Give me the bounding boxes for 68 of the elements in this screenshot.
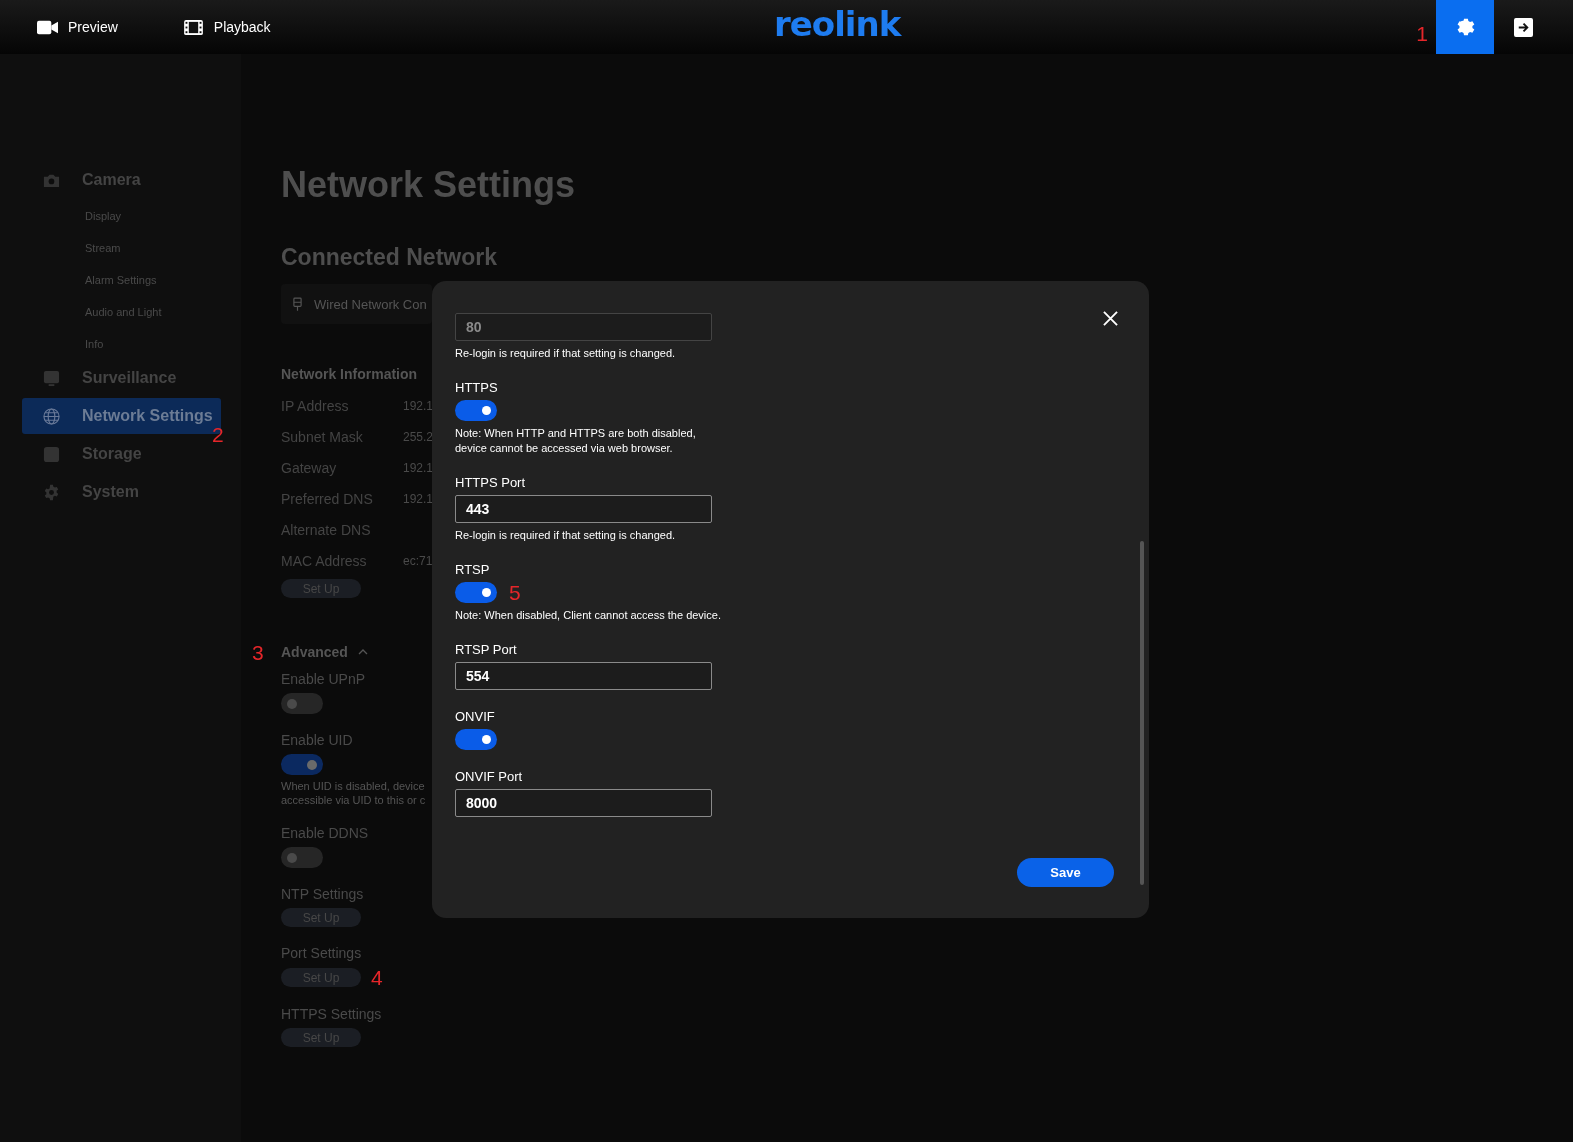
film-icon	[182, 19, 204, 35]
note-text: accessible via UID to this or c	[281, 793, 426, 807]
setting-label: ONVIF	[455, 709, 496, 724]
note-text: Note: When HTTP and HTTPS are both disabled, device cannot be accessed via web browser.	[455, 426, 697, 456]
annotation-number: 3	[252, 642, 264, 663]
info-label: Preferred DNS	[281, 490, 374, 507]
setting-label: ONVIF Port	[455, 769, 524, 784]
section-title: Connected Network	[281, 244, 498, 272]
gear-icon	[43, 483, 60, 501]
toggle-switch[interactable]	[281, 693, 323, 714]
port-field[interactable]: 443	[455, 495, 712, 523]
info-label: MAC Address	[281, 552, 368, 569]
info-value: 192.1	[403, 491, 434, 506]
annotation-number: 5	[509, 582, 521, 603]
info-label: Subnet Mask	[281, 428, 364, 445]
toggle-switch[interactable]	[281, 754, 323, 775]
settings-button[interactable]	[1436, 0, 1494, 54]
setting-label: HTTPS Port	[455, 475, 527, 490]
info-value: 192.1	[403, 460, 434, 475]
toggle-switch[interactable]	[455, 582, 497, 603]
sidebar-subitem[interactable]: Alarm Settings	[0, 264, 157, 296]
video-camera-icon	[37, 19, 58, 35]
setting-label: Enable DDNS	[281, 825, 369, 841]
storage-icon	[43, 445, 60, 463]
chevron-icon[interactable]	[357, 649, 368, 655]
connection-label: Wired Network Con	[314, 296, 427, 312]
logout-icon[interactable]	[1514, 17, 1533, 37]
toggle-switch[interactable]	[281, 847, 323, 868]
subsection-heading: Network Information	[281, 366, 418, 384]
note-text: Note: When disabled, Client cannot access the device.	[455, 608, 722, 623]
page-title: Network Settings	[281, 164, 577, 207]
info-value: 255.2	[403, 429, 434, 444]
nav-link[interactable]: Preview	[37, 19, 118, 35]
info-label: Alternate DNS	[281, 521, 372, 538]
note-text: Re-login is required if that setting is changed.	[455, 528, 677, 543]
setting-label: Enable UPnP	[281, 671, 366, 687]
setting-label: HTTPS Settings	[281, 1006, 382, 1022]
info-value: ec:71	[403, 553, 433, 568]
nav-link[interactable]: Playback	[182, 19, 271, 35]
globe-icon	[43, 407, 60, 425]
toggle-switch[interactable]	[455, 729, 497, 750]
port-field[interactable]: 554	[455, 662, 712, 690]
monitor-icon	[43, 369, 60, 387]
sidebar-subitem[interactable]: Stream	[0, 232, 121, 264]
annotation-number: 4	[371, 967, 383, 988]
setting-label: RTSP Port	[455, 642, 518, 657]
note-text: Re-login is required if that setting is changed.	[455, 346, 677, 361]
info-value: 192.1	[403, 398, 434, 413]
save-button[interactable]: Save	[1017, 858, 1114, 887]
setting-label: NTP Settings	[281, 886, 364, 902]
setting-label: Port Settings	[281, 945, 362, 961]
sidebar-subitem[interactable]: Info	[0, 328, 104, 360]
scrollbar[interactable]	[1140, 541, 1144, 885]
toggle-switch[interactable]	[455, 400, 497, 421]
note-text: When UID is disabled, device	[281, 779, 425, 793]
sidebar-subitem[interactable]: Display	[0, 200, 122, 232]
info-label: IP Address	[281, 397, 350, 414]
close-icon[interactable]	[1103, 311, 1118, 326]
setting-label: RTSP	[455, 562, 491, 577]
plug-icon	[293, 296, 302, 312]
sidebar-subitem[interactable]: Audio and Light	[0, 296, 162, 328]
annotation-number: 1	[1416, 22, 1428, 44]
logo: reolink	[774, 4, 901, 44]
info-label: Gateway	[281, 459, 338, 476]
setting-label: HTTPS	[455, 380, 499, 395]
setting-label: Enable UID	[281, 732, 353, 748]
subsection-heading[interactable]: Advanced	[281, 644, 348, 660]
port-field[interactable]: 8000	[455, 789, 712, 817]
